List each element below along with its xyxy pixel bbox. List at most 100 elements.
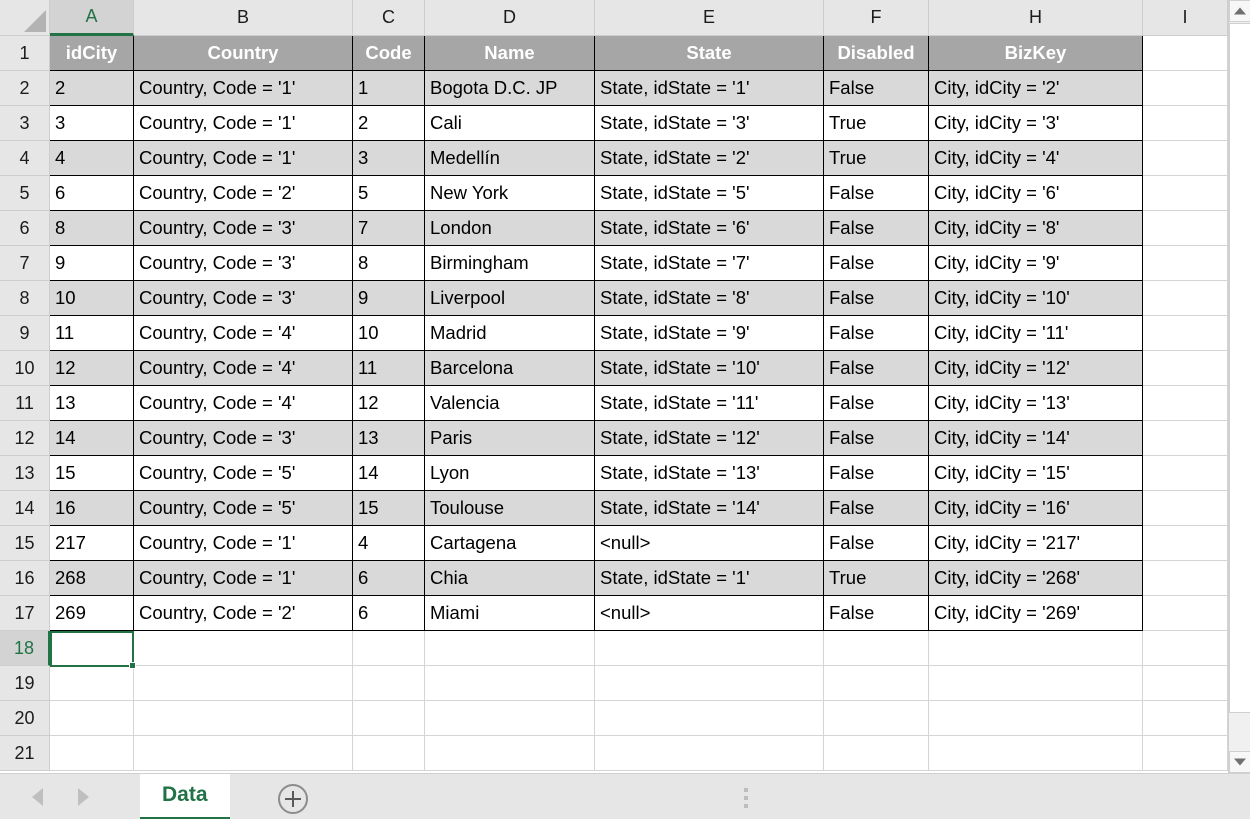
row-header-10[interactable]: 10 bbox=[0, 351, 50, 386]
data-cell[interactable]: 269 bbox=[50, 596, 134, 631]
data-cell[interactable]: 11 bbox=[50, 316, 134, 351]
sheet-tab-data[interactable]: Data bbox=[140, 774, 230, 819]
data-cell[interactable]: 12 bbox=[353, 386, 425, 421]
empty-cell[interactable] bbox=[1143, 176, 1228, 211]
data-cell[interactable]: Country, Code = '4' bbox=[134, 316, 353, 351]
column-header-a[interactable]: A bbox=[50, 0, 134, 36]
data-cell[interactable]: Cartagena bbox=[425, 526, 595, 561]
data-cell[interactable]: 4 bbox=[50, 141, 134, 176]
data-cell[interactable]: Paris bbox=[425, 421, 595, 456]
column-title-cell[interactable]: State bbox=[595, 36, 824, 71]
empty-cell[interactable] bbox=[50, 666, 134, 701]
data-cell[interactable]: False bbox=[824, 456, 929, 491]
data-cell[interactable]: 10 bbox=[353, 316, 425, 351]
empty-cell[interactable] bbox=[1143, 596, 1228, 631]
data-cell[interactable]: State, idState = '14' bbox=[595, 491, 824, 526]
column-title-cell[interactable]: BizKey bbox=[929, 36, 1143, 71]
data-cell[interactable]: New York bbox=[425, 176, 595, 211]
data-cell[interactable]: 8 bbox=[353, 246, 425, 281]
data-cell[interactable]: State, idState = '1' bbox=[595, 561, 824, 596]
data-cell[interactable]: 15 bbox=[353, 491, 425, 526]
row-header-16[interactable]: 16 bbox=[0, 561, 50, 596]
empty-cell[interactable] bbox=[929, 701, 1143, 736]
sheet-tab-navigation[interactable] bbox=[20, 784, 130, 812]
data-cell[interactable]: 14 bbox=[50, 421, 134, 456]
empty-cell[interactable] bbox=[425, 736, 595, 771]
data-cell[interactable]: City, idCity = '8' bbox=[929, 211, 1143, 246]
data-cell[interactable]: State, idState = '3' bbox=[595, 106, 824, 141]
row-header-2[interactable]: 2 bbox=[0, 71, 50, 106]
column-title-cell[interactable]: idCity bbox=[50, 36, 134, 71]
empty-cell[interactable] bbox=[1143, 386, 1228, 421]
empty-cell[interactable] bbox=[1143, 316, 1228, 351]
plus-circle-icon[interactable] bbox=[278, 784, 308, 814]
data-cell[interactable]: 13 bbox=[353, 421, 425, 456]
data-cell[interactable]: Country, Code = '3' bbox=[134, 246, 353, 281]
data-cell[interactable]: Country, Code = '3' bbox=[134, 211, 353, 246]
data-cell[interactable]: 8 bbox=[50, 211, 134, 246]
empty-cell[interactable] bbox=[595, 736, 824, 771]
chevron-right-icon[interactable] bbox=[78, 788, 89, 806]
row-header-14[interactable]: 14 bbox=[0, 491, 50, 526]
data-cell[interactable]: City, idCity = '13' bbox=[929, 386, 1143, 421]
data-cell[interactable]: City, idCity = '269' bbox=[929, 596, 1143, 631]
data-cell[interactable]: City, idCity = '11' bbox=[929, 316, 1143, 351]
empty-cell[interactable] bbox=[134, 631, 353, 666]
empty-cell[interactable] bbox=[353, 701, 425, 736]
data-cell[interactable]: False bbox=[824, 316, 929, 351]
row-header-18[interactable]: 18 bbox=[0, 631, 50, 666]
empty-cell[interactable] bbox=[425, 631, 595, 666]
data-cell[interactable]: 16 bbox=[50, 491, 134, 526]
column-header-e[interactable]: E bbox=[595, 0, 824, 36]
data-cell[interactable]: Country, Code = '1' bbox=[134, 526, 353, 561]
data-cell[interactable]: City, idCity = '10' bbox=[929, 281, 1143, 316]
data-cell[interactable]: State, idState = '8' bbox=[595, 281, 824, 316]
column-title-cell[interactable]: Name bbox=[425, 36, 595, 71]
data-cell[interactable]: 1 bbox=[353, 71, 425, 106]
empty-cell[interactable] bbox=[50, 736, 134, 771]
data-cell[interactable]: City, idCity = '9' bbox=[929, 246, 1143, 281]
empty-cell[interactable] bbox=[1143, 526, 1228, 561]
data-cell[interactable]: Chia bbox=[425, 561, 595, 596]
column-header-f[interactable]: F bbox=[824, 0, 929, 36]
row-header-19[interactable]: 19 bbox=[0, 666, 50, 701]
data-cell[interactable]: City, idCity = '15' bbox=[929, 456, 1143, 491]
data-cell[interactable]: True bbox=[824, 561, 929, 596]
row-header-20[interactable]: 20 bbox=[0, 701, 50, 736]
column-header-h[interactable]: H bbox=[929, 0, 1143, 36]
data-cell[interactable]: Country, Code = '1' bbox=[134, 561, 353, 596]
data-cell[interactable]: City, idCity = '16' bbox=[929, 491, 1143, 526]
data-cell[interactable]: State, idState = '13' bbox=[595, 456, 824, 491]
data-cell[interactable]: City, idCity = '14' bbox=[929, 421, 1143, 456]
empty-cell[interactable] bbox=[1143, 456, 1228, 491]
empty-cell[interactable] bbox=[353, 666, 425, 701]
data-cell[interactable]: Country, Code = '5' bbox=[134, 491, 353, 526]
data-cell[interactable]: Lyon bbox=[425, 456, 595, 491]
data-cell[interactable]: 7 bbox=[353, 211, 425, 246]
data-cell[interactable]: City, idCity = '4' bbox=[929, 141, 1143, 176]
empty-cell[interactable] bbox=[353, 736, 425, 771]
data-cell[interactable]: Liverpool bbox=[425, 281, 595, 316]
data-cell[interactable]: Country, Code = '5' bbox=[134, 456, 353, 491]
data-cell[interactable]: False bbox=[824, 211, 929, 246]
data-cell[interactable]: Country, Code = '1' bbox=[134, 106, 353, 141]
data-cell[interactable]: 15 bbox=[50, 456, 134, 491]
data-cell[interactable]: 14 bbox=[353, 456, 425, 491]
data-cell[interactable]: Valencia bbox=[425, 386, 595, 421]
empty-cell[interactable] bbox=[929, 666, 1143, 701]
data-cell[interactable]: False bbox=[824, 281, 929, 316]
empty-cell[interactable] bbox=[50, 631, 134, 666]
row-header-12[interactable]: 12 bbox=[0, 421, 50, 456]
empty-cell[interactable] bbox=[353, 631, 425, 666]
data-cell[interactable]: City, idCity = '2' bbox=[929, 71, 1143, 106]
data-cell[interactable]: City, idCity = '12' bbox=[929, 351, 1143, 386]
data-cell[interactable]: False bbox=[824, 246, 929, 281]
data-cell[interactable]: Madrid bbox=[425, 316, 595, 351]
data-cell[interactable]: <null> bbox=[595, 526, 824, 561]
data-cell[interactable]: State, idState = '12' bbox=[595, 421, 824, 456]
data-cell[interactable]: 268 bbox=[50, 561, 134, 596]
empty-cell[interactable] bbox=[1143, 36, 1228, 71]
column-title-cell[interactable]: Country bbox=[134, 36, 353, 71]
data-cell[interactable]: True bbox=[824, 141, 929, 176]
row-header-5[interactable]: 5 bbox=[0, 176, 50, 211]
